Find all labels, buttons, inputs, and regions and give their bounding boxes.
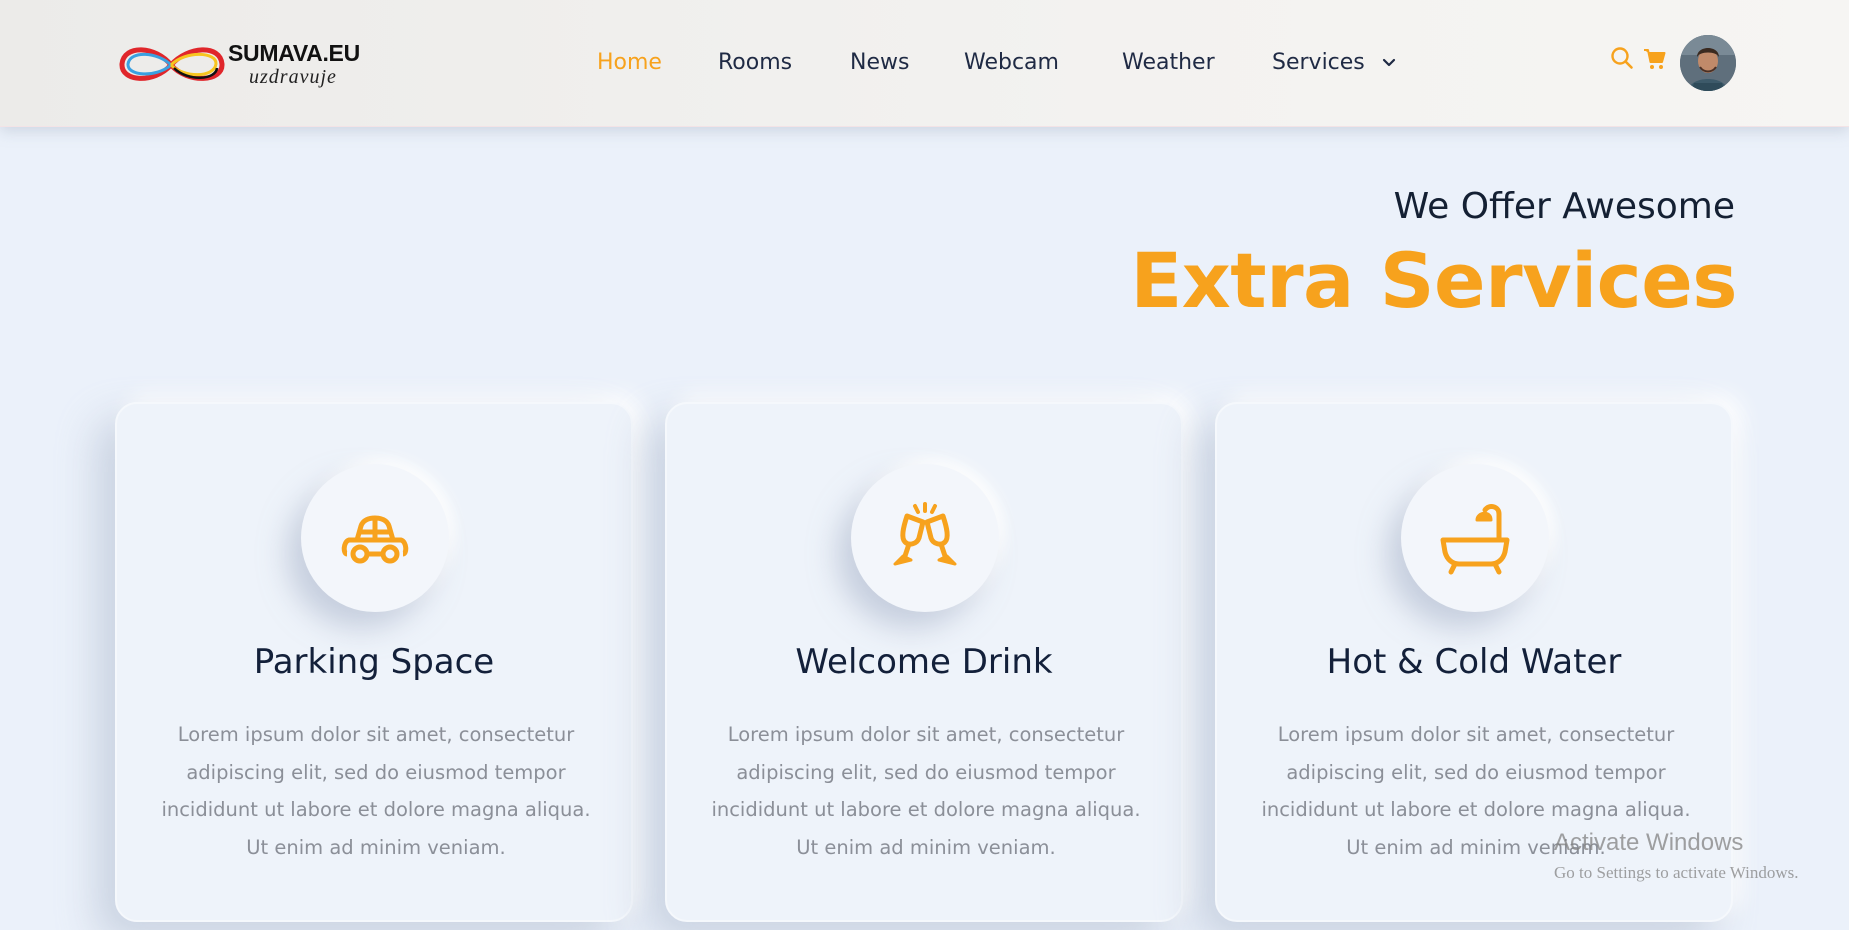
watermark-title: Activate Windows [1554,829,1744,856]
service-icon-badge [1401,464,1549,612]
site-header: SUMAVA.EU uzdravuje Home Rooms News Webc… [0,0,1849,127]
cart-icon[interactable] [1643,47,1667,75]
section-heading: Extra Services [1130,236,1737,325]
service-title: Hot & Cold Water [1326,642,1622,682]
search-icon[interactable] [1610,46,1634,74]
service-card-parking: Parking Space Lorem ipsum dolor sit amet… [115,402,633,922]
nav-home[interactable]: Home [597,50,662,75]
page: SUMAVA.EU uzdravuje Home Rooms News Webc… [0,0,1849,930]
windows-activation-watermark: Activate Windows Go to Settings to activ… [1554,829,1799,883]
infinity-logo-icon [119,47,225,81]
nav-news[interactable]: News [850,50,909,75]
service-card-drink: Welcome Drink Lorem ipsum dolor sit amet… [665,402,1183,922]
car-icon [341,515,409,564]
watermark-subtitle: Go to Settings to activate Windows. [1554,863,1799,882]
logo-subtitle: uzdravuje [249,66,337,88]
nav-rooms[interactable]: Rooms [718,50,792,75]
service-icon-badge [301,464,449,612]
cheers-glasses-icon [893,502,957,566]
site-logo[interactable]: SUMAVA.EU uzdravuje [116,38,366,90]
nav-weather[interactable]: Weather [1122,50,1215,75]
service-title: Welcome Drink [795,642,1053,682]
avatar-photo [1680,35,1736,91]
bathtub-icon [1440,504,1510,575]
nav-services-label: Services [1272,50,1365,75]
section-subheading: We Offer Awesome [1393,186,1735,227]
service-icon-badge [851,464,999,612]
service-description: Lorem ipsum dolor sit amet, consectetur … [161,723,591,859]
chevron-down-icon [1382,58,1395,67]
service-description: Lorem ipsum dolor sit amet, consectetur … [711,723,1141,859]
user-avatar[interactable] [1680,35,1736,91]
nav-services[interactable]: Services [1272,50,1396,75]
nav-webcam[interactable]: Webcam [964,50,1059,75]
service-title: Parking Space [253,642,495,682]
logo-title: SUMAVA.EU [228,40,360,66]
